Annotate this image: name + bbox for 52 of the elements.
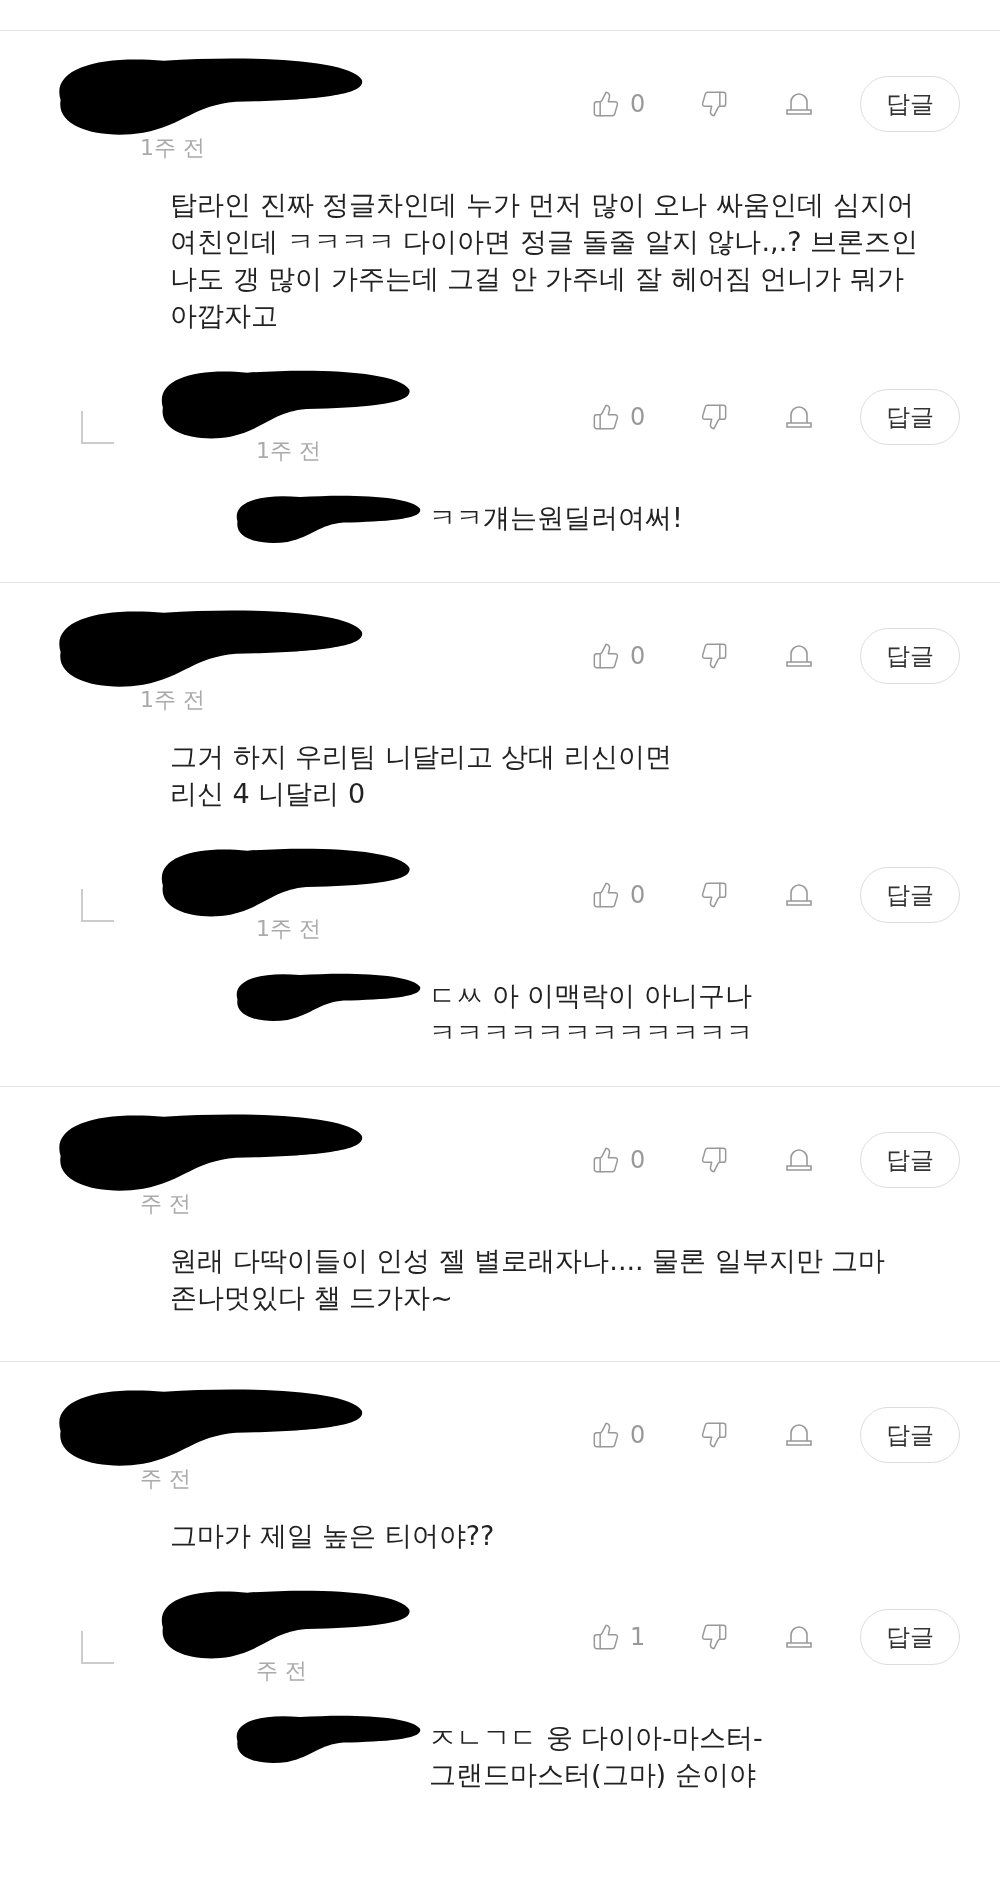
- thumbs-down-icon[interactable]: [700, 403, 728, 431]
- bell-icon[interactable]: [783, 1623, 815, 1651]
- comment-time: 주 전: [256, 1657, 308, 1685]
- bell-icon[interactable]: [783, 90, 815, 118]
- bell-icon[interactable]: [783, 1421, 815, 1449]
- reply-corner-icon: [80, 887, 116, 923]
- comment-text: 원래 다딱이들이 인성 젤 별로래자나.... 물론 일부지만 그마 존나멋있다 챌 드가자~: [170, 1244, 886, 1315]
- reply-button[interactable]: 답글: [860, 1609, 960, 1665]
- comment-time: 1주 전: [140, 686, 206, 714]
- bell-icon[interactable]: [783, 881, 815, 909]
- like-count: 0: [630, 1420, 647, 1451]
- reply-button[interactable]: 답글: [860, 628, 960, 684]
- comment-text: 그마가 제일 높은 티어야??: [170, 1519, 495, 1553]
- comment-time: 주 전: [140, 1465, 192, 1493]
- thumbs-up-icon[interactable]: [592, 403, 620, 431]
- comment-text: 탑라인 진짜 정글차인데 누가 먼저 많이 오나 싸움인데 심지어 여친인데 ㅋㅋㅋㅋ 다이아면 정글 돌줄 알지 않나.,.? 브론즈인 나도 갱 많이 가주는데 그걸 안 가주네 잘 헤어짐 언니가 뭐가 아깝자고: [170, 188, 919, 333]
- comment-text: ㅈㄴㄱㄷ 웅 다이아-마스터- 그랜드마스터(그마) 순이야: [429, 1721, 763, 1792]
- like-count: 0: [630, 880, 647, 911]
- thumbs-up-icon[interactable]: [592, 642, 620, 670]
- thumbs-up-icon[interactable]: [592, 1623, 620, 1651]
- thumbs-up-icon[interactable]: [592, 1146, 620, 1174]
- thumbs-down-icon[interactable]: [700, 1421, 728, 1449]
- thumbs-down-icon[interactable]: [700, 642, 728, 670]
- comment-time: 1주 전: [256, 915, 322, 943]
- comment-text: ㅋㅋ걔는원딜러여써!: [429, 501, 683, 535]
- reply-corner-icon: [80, 409, 116, 445]
- reply-button[interactable]: 답글: [860, 389, 960, 445]
- thumbs-up-icon[interactable]: [592, 1421, 620, 1449]
- bell-icon[interactable]: [783, 642, 815, 670]
- comment-time: 1주 전: [140, 134, 206, 162]
- reply-button[interactable]: 답글: [860, 76, 960, 132]
- bell-icon[interactable]: [783, 403, 815, 431]
- thumbs-up-icon[interactable]: [592, 881, 620, 909]
- reply-button[interactable]: 답글: [860, 1407, 960, 1463]
- thumbs-down-icon[interactable]: [700, 881, 728, 909]
- comment-time: 주 전: [140, 1190, 192, 1218]
- thumbs-up-icon[interactable]: [592, 90, 620, 118]
- bell-icon[interactable]: [783, 1146, 815, 1174]
- like-count: 0: [630, 641, 647, 672]
- reply-button[interactable]: 답글: [860, 1132, 960, 1188]
- comment-text: ㄷㅆ 아 이맥락이 아니구나 ㅋㅋㅋㅋㅋㅋㅋㅋㅋㅋㅋㅋ: [429, 979, 753, 1050]
- reply-corner-icon: [80, 1629, 116, 1665]
- like-count: 0: [630, 89, 647, 120]
- like-count: 0: [630, 1145, 647, 1176]
- reply-button[interactable]: 답글: [860, 867, 960, 923]
- comment-time: 1주 전: [256, 437, 322, 465]
- thumbs-down-icon[interactable]: [700, 1146, 728, 1174]
- comment-text: 그거 하지 우리팀 니달리고 상대 리신이면 리신 4 니달리 0: [170, 740, 672, 811]
- thumbs-down-icon[interactable]: [700, 1623, 728, 1651]
- thumbs-down-icon[interactable]: [700, 90, 728, 118]
- like-count: 0: [630, 402, 647, 433]
- like-count: 1: [630, 1622, 647, 1653]
